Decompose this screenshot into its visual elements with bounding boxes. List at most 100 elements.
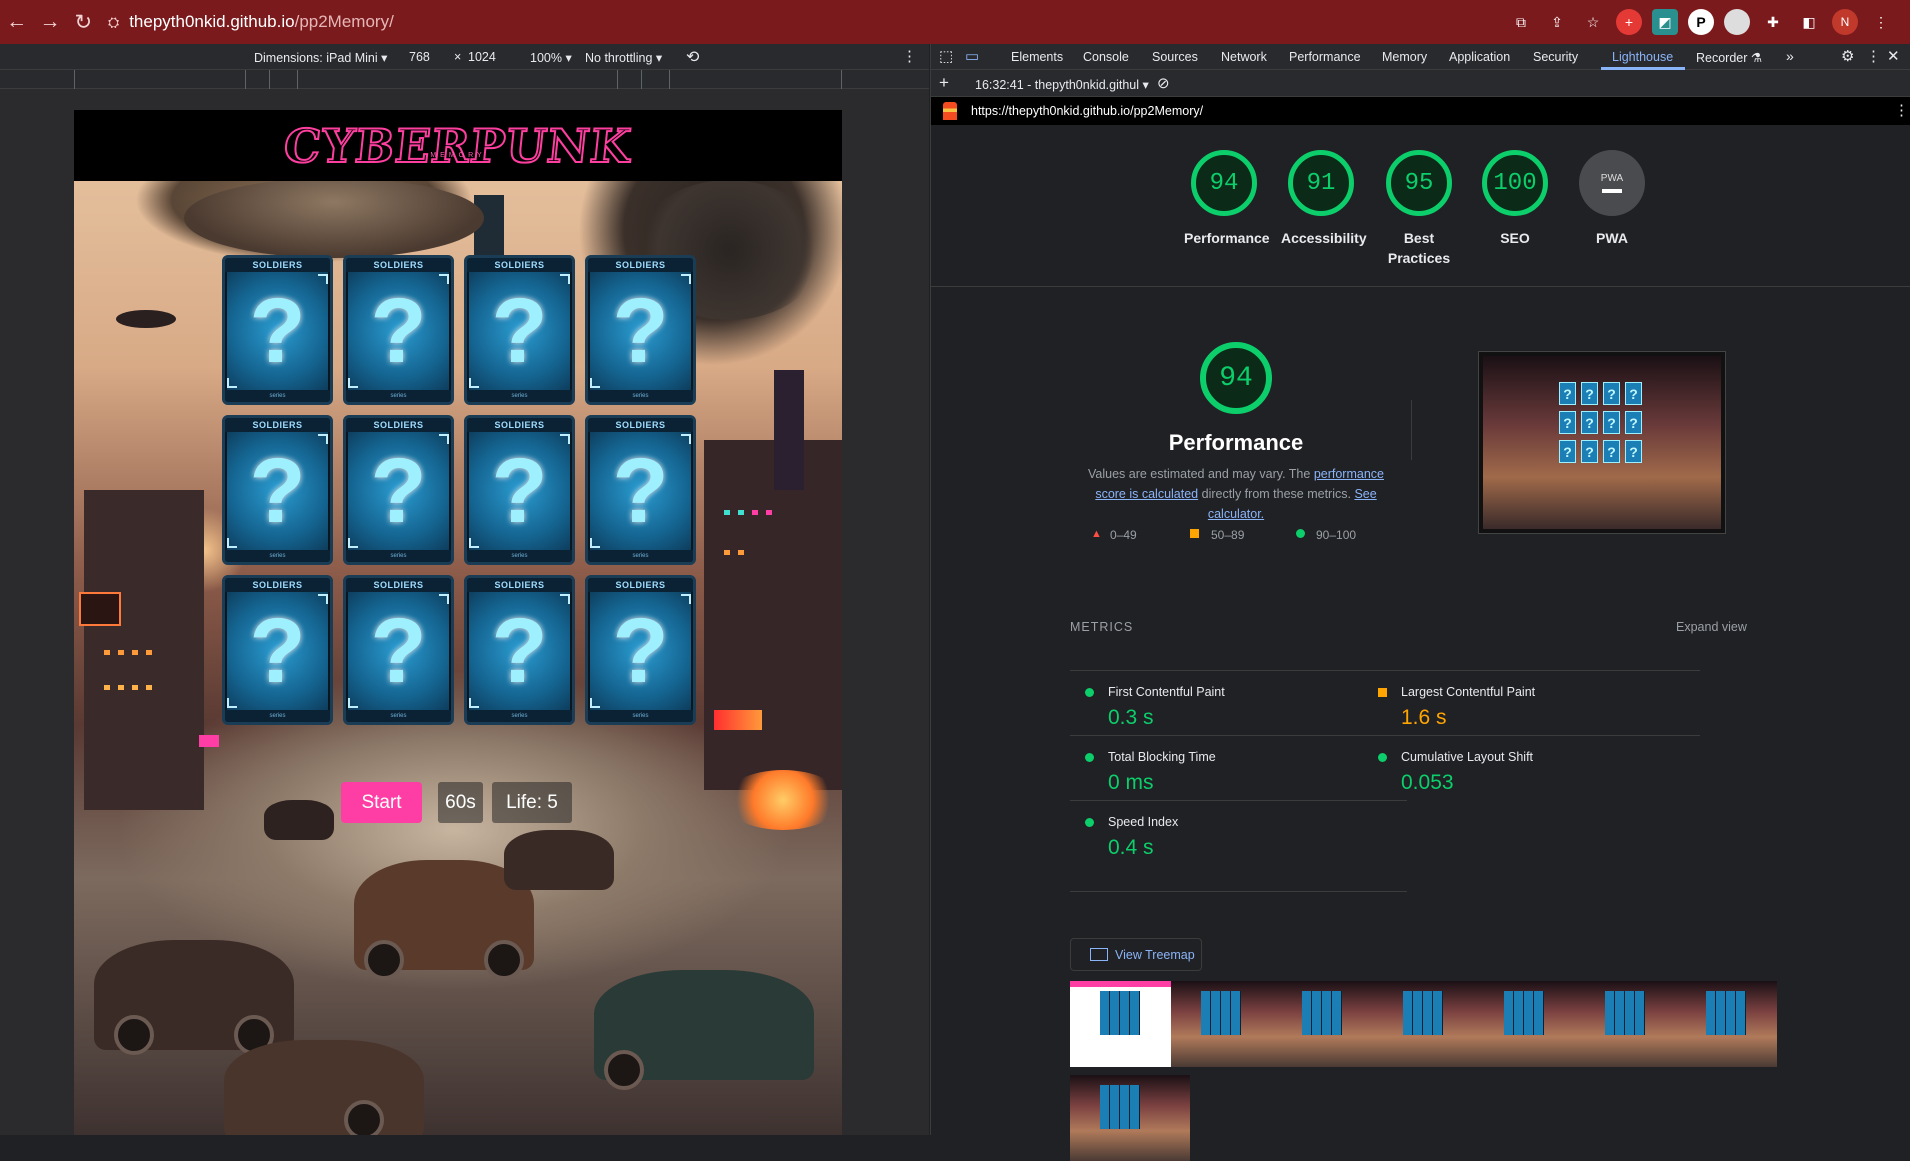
- tab-application[interactable]: Application: [1449, 50, 1510, 64]
- report-menu-icon[interactable]: ⋮: [1894, 101, 1909, 119]
- tab-recorder[interactable]: Recorder ⚗: [1696, 50, 1762, 65]
- performance-description: Values are estimated and may vary. The p…: [1071, 464, 1401, 524]
- memory-card[interactable]: SOLDIERS? series: [222, 575, 333, 725]
- card-footer: series: [225, 390, 330, 402]
- tab-elements[interactable]: Elements: [1011, 50, 1063, 64]
- extension-teal-icon[interactable]: ◩: [1652, 9, 1678, 35]
- memory-card[interactable]: SOLDIERS? series: [585, 255, 696, 405]
- gauge-performance[interactable]: 94 Performance: [1184, 150, 1270, 248]
- metric-name: First Contentful Paint: [1108, 685, 1225, 699]
- memory-card[interactable]: SOLDIERS? series: [343, 575, 454, 725]
- forward-icon[interactable]: →: [33, 0, 66, 44]
- browser-menu-icon[interactable]: ⋮: [1868, 9, 1894, 35]
- device-toggle-icon[interactable]: ▭: [965, 47, 979, 65]
- gauge-label: SEO: [1500, 230, 1530, 246]
- translate-icon[interactable]: ⧉: [1508, 9, 1534, 35]
- extension-white-icon[interactable]: [1724, 9, 1750, 35]
- inspect-element-icon[interactable]: ⬚: [939, 47, 953, 65]
- share-icon[interactable]: ⇪: [1544, 9, 1570, 35]
- device-dimensions-select[interactable]: Dimensions: iPad Mini ▾: [254, 50, 387, 65]
- url-path: /pp2Memory/: [294, 12, 394, 31]
- media-query-ruler[interactable]: [0, 70, 929, 89]
- card-corner: [560, 274, 570, 284]
- pass-circle-icon: [1085, 818, 1094, 827]
- lighthouse-url-bar: https://thepyth0nkid.github.io/pp2Memory…: [931, 97, 1910, 125]
- card-footer: series: [588, 710, 693, 722]
- thumbnail-card: ?: [1581, 382, 1598, 405]
- tab-performance[interactable]: Performance: [1289, 50, 1361, 64]
- card-corner: [590, 378, 600, 388]
- memory-card[interactable]: SOLDIERS? series: [585, 575, 696, 725]
- card-corner: [439, 594, 449, 604]
- site-info-icon[interactable]: ⛭: [108, 14, 119, 31]
- neon-sign: [199, 735, 219, 747]
- gauge-best-practices[interactable]: 95 Best Practices: [1379, 150, 1459, 268]
- extension-area: ⧉ ⇪ ☆ + ◩ P ✚ ◧ N ⋮: [1508, 9, 1910, 35]
- clear-report-icon[interactable]: ⊘: [1157, 74, 1170, 92]
- tab-console[interactable]: Console: [1083, 50, 1129, 64]
- reload-icon[interactable]: ↻: [67, 0, 100, 44]
- bookmark-star-icon[interactable]: ☆: [1580, 9, 1606, 35]
- card-grid: SOLDIERS? series SOLDIERS? series SOLDIERS? s…: [222, 255, 696, 725]
- device-width-input[interactable]: 768: [409, 50, 430, 64]
- score-ring: 95: [1386, 150, 1452, 216]
- gauge-accessibility[interactable]: 91 Accessibility: [1281, 150, 1367, 248]
- memory-card[interactable]: SOLDIERS? series: [585, 415, 696, 565]
- side-panel-icon[interactable]: ◧: [1796, 9, 1822, 35]
- zoom-select[interactable]: 100% ▾: [530, 50, 572, 65]
- gauge-pwa[interactable]: PWA PWA: [1572, 150, 1652, 248]
- extension-p-icon[interactable]: P: [1688, 9, 1714, 35]
- extensions-puzzle-icon[interactable]: ✚: [1760, 9, 1786, 35]
- address-bar[interactable]: ⛭ thepyth0nkid.github.io/pp2Memory/: [108, 6, 1508, 38]
- browser-toolbar: ← → ↻ ⛭ thepyth0nkid.github.io/pp2Memory…: [0, 0, 1910, 44]
- car-wheel: [364, 940, 404, 980]
- card-corner: [560, 434, 570, 444]
- gauge-seo[interactable]: 100 SEO: [1475, 150, 1555, 248]
- settings-gear-icon[interactable]: ⚙: [1841, 47, 1854, 65]
- question-mark-icon: ?: [249, 599, 306, 702]
- filmstrip-frame: [1171, 981, 1272, 1067]
- tab-network[interactable]: Network: [1221, 50, 1267, 64]
- extension-red-icon[interactable]: +: [1616, 9, 1642, 35]
- game-logo-subtitle: MEMORY: [430, 152, 486, 159]
- profile-avatar[interactable]: N: [1832, 9, 1858, 35]
- neon-sign: [79, 592, 121, 626]
- frame-card-grid: [1100, 1085, 1140, 1129]
- tab-sources[interactable]: Sources: [1152, 50, 1198, 64]
- card-corner: [318, 434, 328, 444]
- memory-card[interactable]: SOLDIERS? series: [464, 415, 575, 565]
- card-footer: series: [225, 710, 330, 722]
- tab-lighthouse[interactable]: Lighthouse: [1612, 50, 1673, 64]
- card-corner: [469, 538, 479, 548]
- devtools-menu-icon[interactable]: ⋮: [1866, 47, 1881, 65]
- back-icon[interactable]: ←: [0, 0, 33, 44]
- memory-card[interactable]: SOLDIERS? series: [464, 575, 575, 725]
- report-select[interactable]: 16:32:41 - thepyth0nkid.githul ▾: [975, 77, 1149, 92]
- thumbnail-card: ?: [1603, 440, 1620, 463]
- background-building: [704, 440, 842, 790]
- divider: [1411, 400, 1412, 460]
- memory-card[interactable]: SOLDIERS? series: [222, 415, 333, 565]
- gauge-label: PWA: [1596, 230, 1628, 246]
- filmstrip-frame: [1676, 981, 1777, 1067]
- memory-card[interactable]: SOLDIERS? series: [343, 255, 454, 405]
- more-tabs-icon[interactable]: »: [1786, 48, 1794, 64]
- tab-memory[interactable]: Memory: [1382, 50, 1427, 64]
- background-building: [84, 490, 204, 810]
- desc-text: Values are estimated and may vary. The: [1088, 467, 1314, 481]
- final-screenshot-thumbnail[interactable]: ????????????: [1478, 351, 1726, 534]
- start-button[interactable]: Start: [341, 782, 422, 823]
- device-more-icon[interactable]: ⋮: [902, 47, 917, 65]
- memory-card[interactable]: SOLDIERS? series: [464, 255, 575, 405]
- device-height-input[interactable]: 1024: [468, 50, 496, 64]
- memory-card[interactable]: SOLDIERS? series: [222, 255, 333, 405]
- fail-triangle-icon: ▲: [1091, 528, 1102, 540]
- tab-security[interactable]: Security: [1533, 50, 1578, 64]
- expand-view-toggle[interactable]: Expand view: [1676, 620, 1747, 634]
- throttling-select[interactable]: No throttling ▾: [585, 50, 662, 65]
- rotate-icon[interactable]: ⟲: [686, 47, 699, 67]
- new-report-icon[interactable]: +: [939, 73, 949, 93]
- memory-card[interactable]: SOLDIERS? series: [343, 415, 454, 565]
- close-devtools-icon[interactable]: ✕: [1887, 47, 1900, 65]
- view-treemap-button[interactable]: View Treemap: [1070, 938, 1202, 971]
